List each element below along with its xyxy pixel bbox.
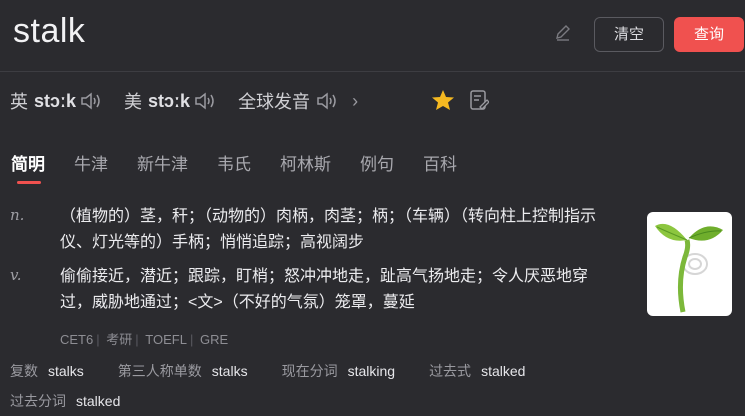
star-icon[interactable] bbox=[431, 89, 455, 111]
search-header: stalk 清空 查询 bbox=[0, 0, 745, 72]
tab-oxford[interactable]: 牛津 bbox=[74, 150, 108, 184]
speaker-icon[interactable] bbox=[194, 91, 216, 111]
definition-text: 偷偷接近，潜近；跟踪，盯梢；怒冲冲地走，趾高气扬地走；令人厌恶地穿过，威胁地通过… bbox=[60, 268, 589, 311]
pron-uk: 英 stɔːk bbox=[10, 88, 102, 114]
chevron-right-icon[interactable]: › bbox=[352, 91, 358, 112]
pron-uk-label: 英 bbox=[10, 92, 28, 112]
tag-kaoyan: 考研 bbox=[106, 332, 133, 347]
pron-us-label: 美 bbox=[124, 92, 143, 112]
edit-icon[interactable] bbox=[554, 24, 572, 42]
query-word[interactable]: stalk bbox=[13, 12, 85, 51]
pron-uk-ipa: stɔːk bbox=[34, 90, 77, 111]
sprout-image bbox=[655, 223, 723, 313]
definitions: n. （植物的）茎，秆；（动物的）肉柄，肉茎；柄；（车辆）（转向柱上控制指示仪、… bbox=[10, 204, 610, 324]
pronunciation-row: 英 stɔːk 美 stɔːk 全球发音 › bbox=[10, 86, 380, 116]
pron-global[interactable]: 全球发音 › bbox=[238, 88, 358, 114]
definition-text: （植物的）茎，秆；（动物的）肉柄，肉茎；柄；（车辆）（转向柱上控制指示仪、灯光等… bbox=[60, 208, 597, 251]
form-plural[interactable]: 复数 stalks bbox=[10, 361, 84, 381]
form-present-participle[interactable]: 现在分词 stalking bbox=[282, 361, 395, 381]
speaker-icon[interactable] bbox=[80, 91, 102, 111]
exam-tags: CET6 | 考研 | TOEFL | GRE bbox=[60, 332, 229, 347]
word-image[interactable] bbox=[647, 212, 732, 316]
tag-toefl: TOEFL bbox=[145, 332, 187, 347]
part-of-speech: v. bbox=[10, 266, 22, 284]
search-button[interactable]: 查询 bbox=[674, 17, 744, 52]
notebook-icon[interactable] bbox=[469, 89, 489, 111]
pron-us-ipa: stɔːk bbox=[148, 90, 191, 111]
tab-examples[interactable]: 例句 bbox=[360, 150, 394, 184]
tab-webster[interactable]: 韦氏 bbox=[217, 150, 251, 184]
form-past-participle[interactable]: 过去分词 stalked bbox=[10, 391, 120, 411]
dictionary-tabs: 简明 牛津 新牛津 韦氏 柯林斯 例句 百科 bbox=[11, 150, 486, 186]
speaker-icon[interactable] bbox=[316, 91, 338, 111]
form-third-person[interactable]: 第三人称单数 stalks bbox=[118, 361, 248, 381]
clear-button[interactable]: 清空 bbox=[594, 17, 664, 52]
tab-collins[interactable]: 柯林斯 bbox=[280, 150, 331, 184]
definition-noun: n. （植物的）茎，秆；（动物的）肉柄，肉茎；柄；（车辆）（转向柱上控制指示仪、… bbox=[10, 204, 610, 256]
inflections: 复数 stalks 第三人称单数 stalks 现在分词 stalking 过去式 st… bbox=[10, 360, 559, 416]
tag-cet6: CET6 bbox=[60, 332, 94, 347]
definition-verb: v. 偷偷接近，潜近；跟踪，盯梢；怒冲冲地走，趾高气扬地走；令人厌恶地穿过，威胁… bbox=[10, 264, 610, 316]
pron-us: 美 stɔːk bbox=[124, 88, 216, 114]
tag-gre: GRE bbox=[199, 332, 229, 347]
part-of-speech: n. bbox=[10, 206, 25, 224]
pron-global-label: 全球发音 bbox=[238, 92, 311, 112]
tab-concise[interactable]: 简明 bbox=[11, 150, 45, 184]
tab-new-oxford[interactable]: 新牛津 bbox=[137, 150, 188, 184]
tab-encyclopedia[interactable]: 百科 bbox=[423, 150, 457, 184]
form-past-tense[interactable]: 过去式 stalked bbox=[429, 361, 525, 381]
